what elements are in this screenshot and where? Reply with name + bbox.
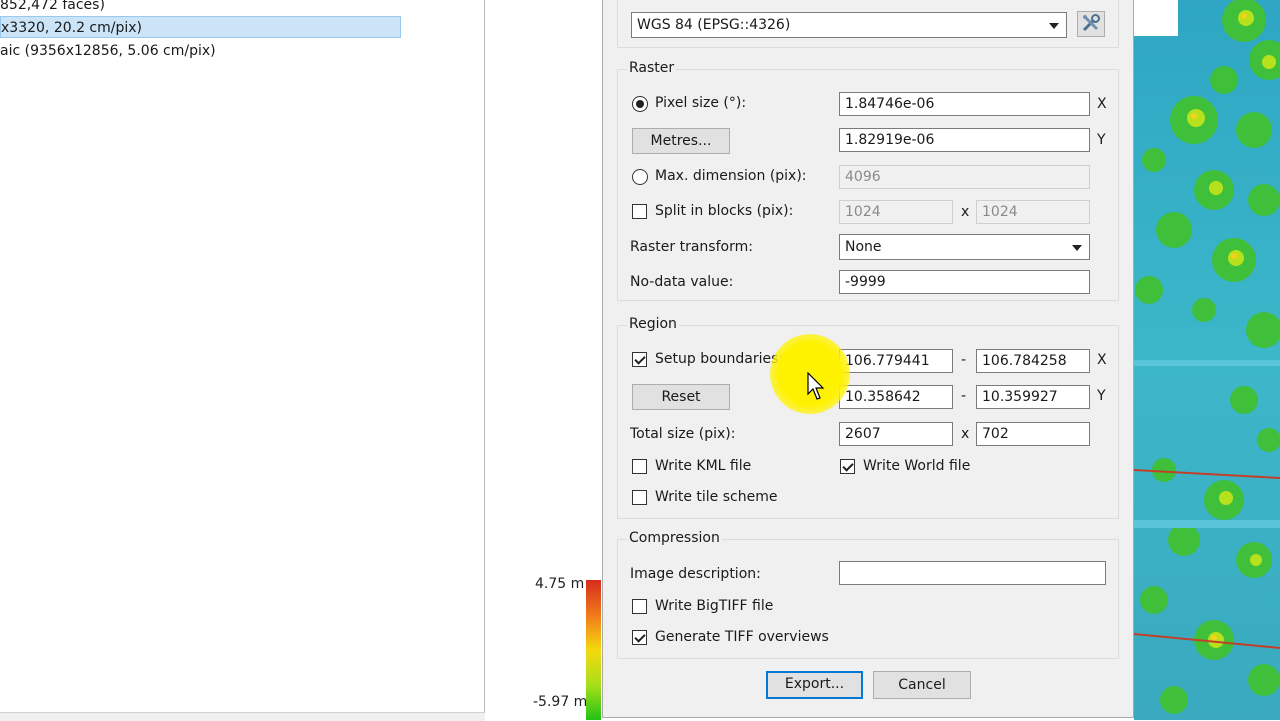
write-tile-scheme-label: Write tile scheme	[655, 489, 778, 505]
tree-item-label: 852,472 faces)	[0, 0, 105, 13]
times-label: x	[961, 204, 970, 220]
crs-value: WGS 84 (EPSG::4326)	[637, 17, 791, 33]
split-blocks-checkbox[interactable]	[632, 204, 647, 219]
total-size-label: Total size (pix):	[630, 426, 736, 442]
tree-item-label: x3320, 20.2 cm/pix)	[1, 20, 143, 36]
reset-button[interactable]: Reset	[632, 384, 730, 410]
metres-button[interactable]: Metres...	[632, 128, 730, 154]
compression-group-title: Compression	[627, 530, 722, 546]
image-description-label: Image description:	[630, 566, 761, 582]
region-group-title: Region	[627, 316, 679, 332]
chevron-down-icon	[1072, 245, 1082, 251]
nodata-label: No-data value:	[630, 274, 734, 290]
axis-x-label: X	[1097, 96, 1107, 112]
setup-boundaries-checkbox[interactable]	[632, 352, 647, 367]
max-dimension-label: Max. dimension (pix):	[655, 168, 807, 184]
max-dimension-radio[interactable]	[632, 169, 648, 185]
total-width-input[interactable]: 2607	[839, 422, 953, 446]
cancel-button[interactable]: Cancel	[873, 671, 971, 699]
export-dem-dialog: WGS 84 (EPSG::4326) Raster Pixel size (°…	[602, 0, 1134, 718]
mouse-pointer-icon	[807, 372, 825, 400]
elevation-color-bar	[586, 580, 601, 720]
tree-item-label: aic (9356x12856, 5.06 cm/pix)	[0, 43, 216, 59]
x-max-input[interactable]: 106.784258	[976, 349, 1090, 373]
x-min-input[interactable]: 106.779441	[839, 349, 953, 373]
write-kml-checkbox[interactable]	[632, 459, 647, 474]
generate-overviews-label: Generate TIFF overviews	[655, 629, 829, 645]
setup-boundaries-label: Setup boundaries:	[655, 351, 784, 367]
crs-select[interactable]: WGS 84 (EPSG::4326)	[631, 12, 1067, 38]
write-world-checkbox[interactable]	[840, 459, 855, 474]
dem-image	[1134, 0, 1280, 720]
max-dimension-input[interactable]: 4096	[839, 165, 1090, 189]
axis-x-label: X	[1097, 352, 1107, 368]
write-bigtiff-label: Write BigTIFF file	[655, 598, 774, 614]
map-corner-blank	[1134, 0, 1178, 36]
split-height-input[interactable]: 1024	[976, 200, 1090, 224]
elevation-max-label: 4.75 m	[535, 576, 585, 592]
tree-item-dem[interactable]: x3320, 20.2 cm/pix)	[0, 16, 401, 38]
write-world-label: Write World file	[863, 458, 971, 474]
generate-overviews-checkbox[interactable]	[632, 630, 647, 645]
raster-transform-select[interactable]: None	[839, 234, 1090, 260]
crs-settings-button[interactable]	[1077, 11, 1105, 37]
pixel-size-x-input[interactable]: 1.84746e-06	[839, 92, 1090, 116]
view-pane	[486, 0, 602, 720]
tree-item-orthomosaic[interactable]: aic (9356x12856, 5.06 cm/pix)	[0, 40, 216, 62]
tools-icon	[1082, 14, 1100, 32]
total-height-input[interactable]: 702	[976, 422, 1090, 446]
nodata-input[interactable]: -9999	[839, 270, 1090, 294]
write-kml-label: Write KML file	[655, 458, 752, 474]
chevron-down-icon	[1049, 23, 1059, 29]
raster-transform-label: Raster transform:	[630, 239, 753, 255]
tree-item-model[interactable]: 852,472 faces)	[0, 0, 105, 16]
y-min-input[interactable]: 10.358642	[839, 385, 953, 409]
elevation-min-label: -5.97 m	[533, 694, 588, 710]
pixel-size-y-input[interactable]: 1.82919e-06	[839, 128, 1090, 152]
range-dash: -	[961, 352, 967, 368]
pixel-size-radio[interactable]	[632, 96, 648, 112]
split-width-input[interactable]: 1024	[839, 200, 953, 224]
split-blocks-label: Split in blocks (pix):	[655, 203, 794, 219]
raster-transform-value: None	[845, 239, 882, 255]
export-button[interactable]: Export...	[766, 671, 863, 699]
y-max-input[interactable]: 10.359927	[976, 385, 1090, 409]
axis-y-label: Y	[1097, 388, 1106, 404]
dem-map-view[interactable]	[1134, 0, 1280, 720]
axis-y-label: Y	[1097, 132, 1106, 148]
pixel-size-label: Pixel size (°):	[655, 95, 747, 111]
range-dash: -	[961, 388, 967, 404]
write-bigtiff-checkbox[interactable]	[632, 599, 647, 614]
image-description-input[interactable]	[839, 561, 1106, 585]
workspace-pane: 852,472 faces) x3320, 20.2 cm/pix) aic (…	[0, 0, 485, 720]
times-label: x	[961, 426, 970, 442]
raster-group-title: Raster	[627, 60, 677, 76]
write-tile-scheme-checkbox[interactable]	[632, 490, 647, 505]
